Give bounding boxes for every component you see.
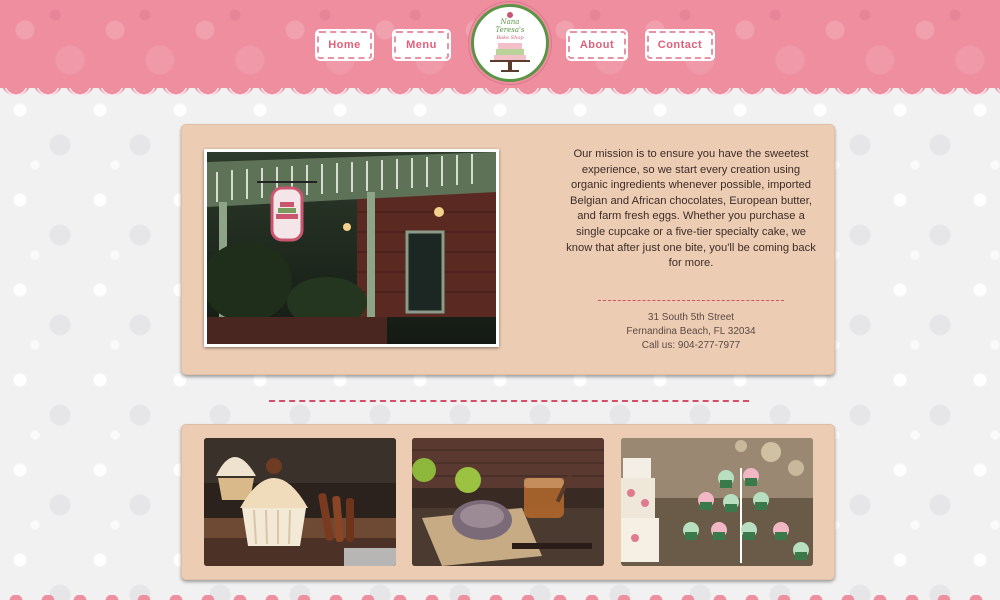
- storefront-illustration: [207, 152, 496, 344]
- nav-contact-button[interactable]: Contact: [647, 31, 713, 59]
- nav-about-button[interactable]: About: [568, 31, 626, 59]
- gallery-item-pastry[interactable]: [412, 438, 604, 566]
- cupcake-tower-image: [621, 438, 813, 566]
- phone-number[interactable]: Call us: 904-277-7977: [566, 339, 816, 353]
- mission-statement: Our mission is to ensure you have the sw…: [566, 148, 816, 270]
- section-divider: [269, 400, 749, 402]
- site-logo[interactable]: Nana Teresa's Bake Shop: [471, 4, 549, 82]
- cupcake-image: [204, 438, 396, 566]
- gallery-item-cupcake-tower[interactable]: [621, 438, 813, 566]
- footer-scallop-edge: [0, 595, 1000, 600]
- gallery-item-cupcakes[interactable]: [204, 438, 396, 566]
- storefront-photo: [204, 149, 499, 347]
- address-city: Fernandina Beach, FL 32034: [626, 326, 756, 337]
- about-divider: [598, 300, 784, 301]
- nav-home-button[interactable]: Home: [317, 31, 372, 59]
- pastry-image: [412, 438, 604, 566]
- nav-menu-button[interactable]: Menu: [394, 31, 449, 59]
- header-stitch-line: [0, 88, 1000, 98]
- cake-stand-icon: [490, 12, 530, 72]
- address-street: 31 South 5th Street: [647, 312, 735, 323]
- contact-info: 31 South 5th Street Fernandina Beach, FL…: [566, 311, 816, 353]
